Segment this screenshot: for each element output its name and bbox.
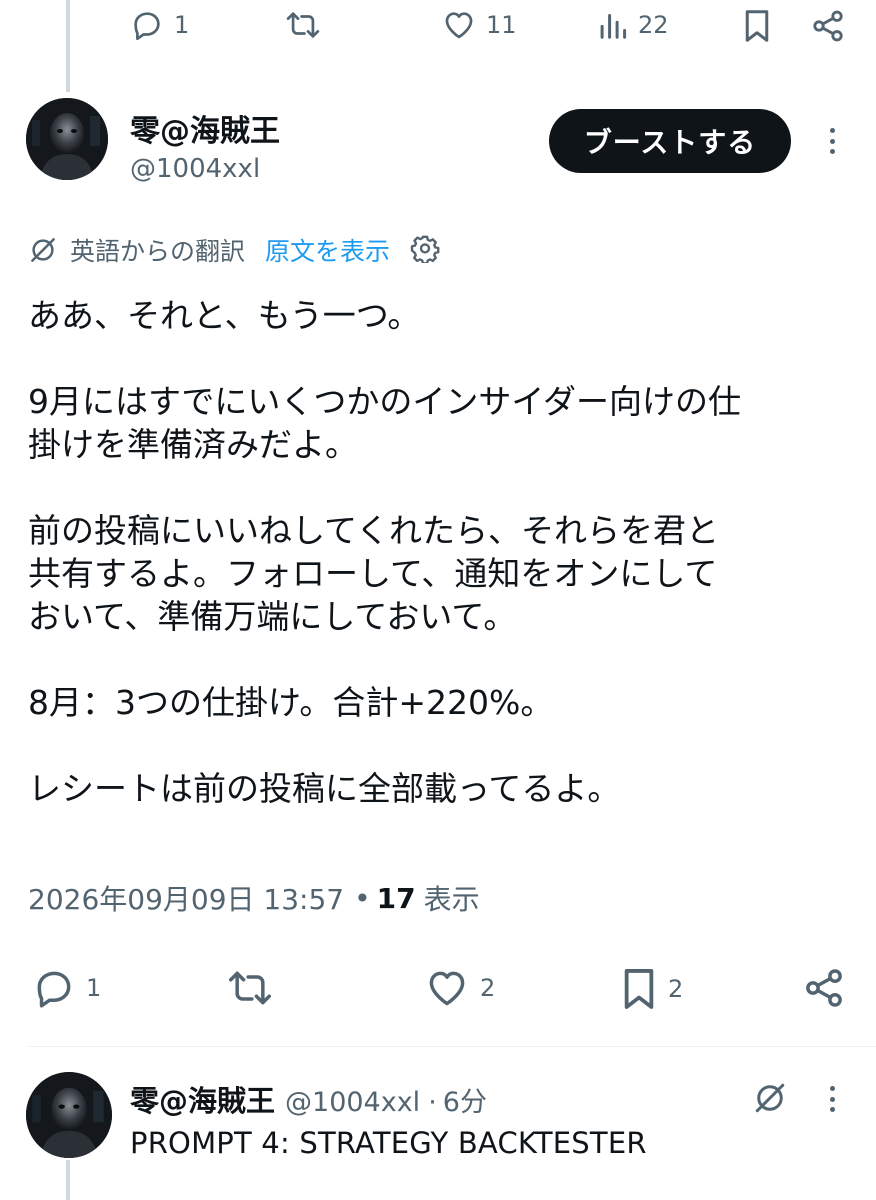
bookmark-count: 2 xyxy=(668,975,684,1003)
more-dots-icon xyxy=(829,128,835,133)
bar-chart-icon xyxy=(600,13,627,39)
reply-header: 零@海賊王 @1004xxl · 6分 xyxy=(130,1078,487,1120)
thread-connector-line xyxy=(66,0,70,92)
post-paragraph: ああ、それと、もう一つ。 xyxy=(28,296,421,335)
post-paragraph: 前の投稿にいいねしてくれたら、それらを君と 共有するよ。フォローして、通知をオン… xyxy=(28,511,720,636)
prev-repost-button[interactable] xyxy=(284,8,322,42)
reply-thread-line xyxy=(66,1160,70,1200)
translation-label: 英語からの翻訳 xyxy=(70,237,246,266)
more-options-button[interactable] xyxy=(822,128,842,154)
post-paragraph: 8月：3つの仕掛け。合計+220%。 xyxy=(28,683,554,722)
share-icon xyxy=(806,969,842,1007)
more-dots-icon xyxy=(829,1086,835,1091)
post-timestamp[interactable]: 2026年09月09日 13:57 xyxy=(28,878,344,918)
prev-views-count: 22 xyxy=(638,11,669,39)
reply-count: 1 xyxy=(86,974,102,1002)
heart-icon xyxy=(445,12,473,39)
translation-bar: 英語からの翻訳 原文を表示 xyxy=(28,228,440,272)
share-button[interactable] xyxy=(802,966,846,1010)
reply-button[interactable]: 1 xyxy=(32,966,101,1010)
repost-arrows-icon xyxy=(286,12,320,38)
gear-icon xyxy=(410,235,440,265)
views-label: 表示 xyxy=(423,883,480,916)
prev-share-button[interactable] xyxy=(810,8,846,44)
repost-button[interactable] xyxy=(226,966,274,1010)
show-original-link[interactable]: 原文を表示 xyxy=(265,232,390,268)
reply-time[interactable]: 6分 xyxy=(443,1080,487,1119)
share-icon xyxy=(813,10,843,42)
like-count: 2 xyxy=(480,974,496,1002)
translation-settings-button[interactable] xyxy=(410,233,440,267)
reply-author-handle[interactable]: @1004xxl xyxy=(285,1087,420,1118)
bookmark-icon xyxy=(624,969,654,1009)
views-count: 17 xyxy=(376,881,416,915)
reply-author-name[interactable]: 零@海賊王 xyxy=(130,1078,275,1120)
repost-arrows-icon xyxy=(229,971,271,1005)
prev-reply-button[interactable]: 1 xyxy=(130,8,189,42)
reply-author-avatar[interactable] xyxy=(26,1072,112,1158)
reply-translate-button[interactable] xyxy=(752,1080,788,1120)
translate-slash-icon xyxy=(31,238,55,262)
bookmark-button[interactable]: 2 xyxy=(620,966,683,1012)
prev-reply-count: 1 xyxy=(174,11,190,39)
prev-like-button[interactable]: 11 xyxy=(442,8,517,42)
reply-more-options-button[interactable] xyxy=(822,1086,842,1112)
heart-icon xyxy=(429,971,465,1006)
boost-button[interactable]: ブーストする xyxy=(549,109,791,173)
post-paragraph: 9月にはすでにいくつかのインサイダー向けの仕 掛けを準備済みだよ。 xyxy=(28,382,742,464)
post-text: ああ、それと、もう一つ。 9月にはすでにいくつかのインサイダー向けの仕 掛けを準… xyxy=(28,294,858,810)
prev-views-button[interactable]: 22 xyxy=(598,8,669,42)
post-meta: 2026年09月09日 13:57 • 17 表示 xyxy=(28,878,480,918)
post-divider xyxy=(28,1046,876,1047)
prev-bookmark-button[interactable] xyxy=(742,8,772,44)
speech-bubble-icon xyxy=(37,971,71,1008)
reply-text: PROMPT 4: STRATEGY BACKTESTER xyxy=(130,1126,647,1160)
speech-bubble-icon xyxy=(134,12,160,41)
post-paragraph: レシートは前の投稿に全部載ってるよ。 xyxy=(28,769,621,808)
author-handle[interactable]: @1004xxl xyxy=(130,154,260,184)
like-button[interactable]: 2 xyxy=(424,966,495,1010)
bookmark-icon xyxy=(745,10,769,42)
prev-like-count: 11 xyxy=(486,11,517,39)
translate-slash-icon xyxy=(755,1083,785,1113)
author-avatar[interactable] xyxy=(26,98,108,180)
reply-separator: · xyxy=(428,1087,437,1118)
meta-separator: • xyxy=(354,881,371,915)
author-name[interactable]: 零@海賊王 xyxy=(130,106,280,150)
